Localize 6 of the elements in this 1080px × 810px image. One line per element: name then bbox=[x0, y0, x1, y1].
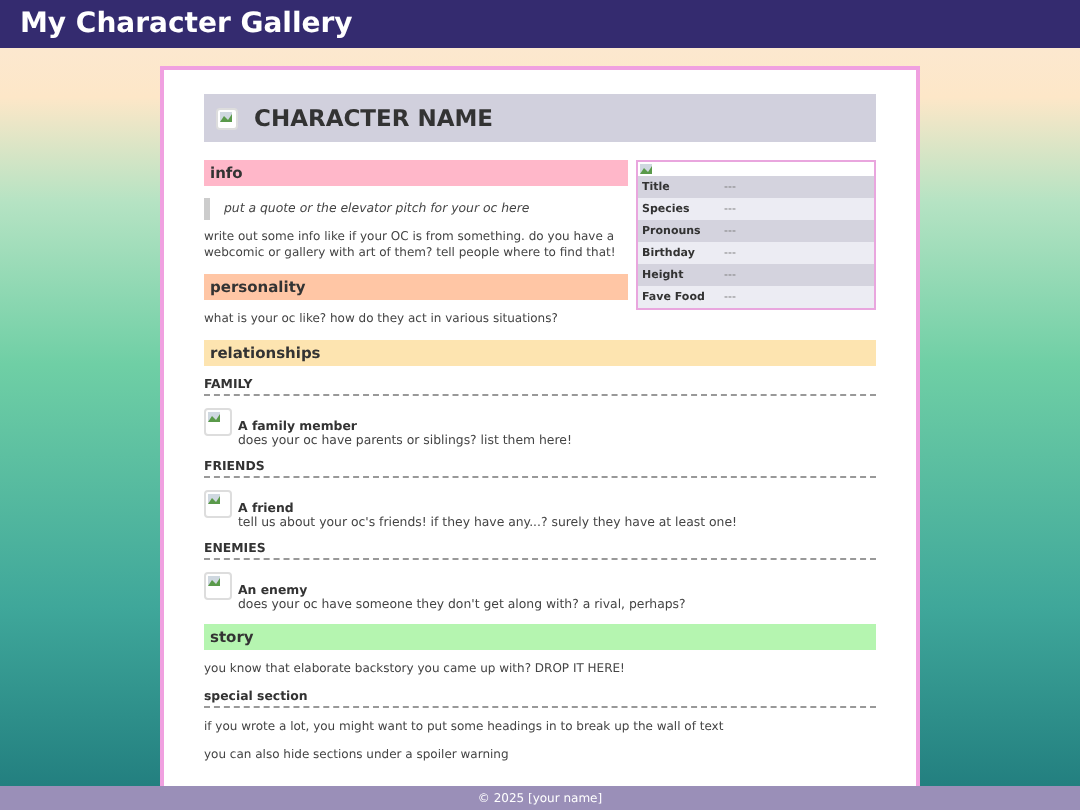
broken-image-icon bbox=[216, 107, 238, 129]
character-name: CHARACTER NAME bbox=[254, 104, 494, 132]
broken-image-icon bbox=[204, 490, 232, 518]
site-title: My Character Gallery bbox=[0, 0, 1080, 48]
broken-image-icon bbox=[204, 408, 232, 436]
broken-image-icon bbox=[204, 572, 232, 600]
